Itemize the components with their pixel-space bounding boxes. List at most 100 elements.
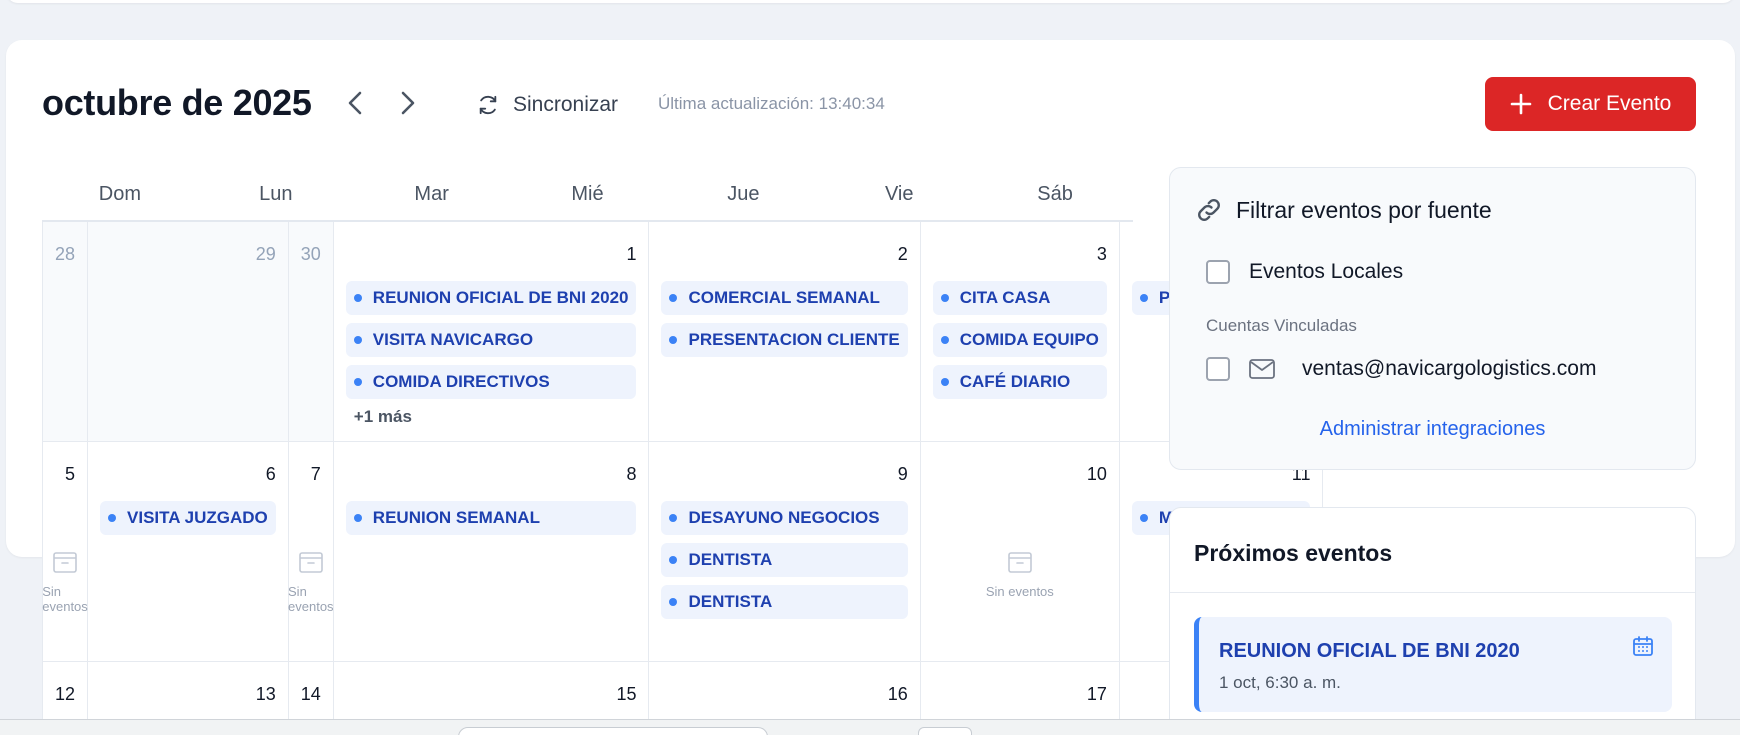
plus-icon: [1510, 93, 1531, 115]
event-chip[interactable]: DESAYUNO NEGOCIOS: [661, 501, 908, 535]
event-dot: [353, 514, 362, 522]
day-cell[interactable]: 9 DESAYUNO NEGOCIOS DENTISTA DENTISTA: [649, 442, 921, 662]
event-chip-title: VISITA JUZGADO: [127, 508, 268, 527]
event-dot: [669, 556, 678, 564]
prev-month-button[interactable]: [338, 86, 372, 120]
day-number: 30: [300, 244, 321, 264]
more-events-link[interactable]: +1 más: [346, 407, 637, 427]
local-events-option: Eventos Locales: [1206, 260, 1403, 284]
day-cell[interactable]: 5 Sin eventos: [42, 442, 89, 662]
event-dot: [1139, 514, 1148, 522]
event-chip-title: PRESENTACION CLIENTE: [688, 330, 900, 349]
event-chip-title: REUNION SEMANAL: [372, 508, 540, 527]
event-dot: [669, 598, 678, 606]
event-chip[interactable]: PRESENTACION CLIENTE: [661, 323, 908, 357]
manage-integrations-link[interactable]: Administrar integraciones: [1170, 418, 1695, 441]
create-event-button[interactable]: Crear Evento: [1485, 77, 1696, 131]
event-chip-title: DENTISTA: [688, 592, 773, 611]
day-number: 14: [300, 684, 321, 704]
link-icon: [1198, 199, 1220, 221]
event-chip-title: DENTISTA: [688, 550, 773, 569]
upcoming-event-card[interactable]: REUNION OFICIAL DE BNI 2020 1 oct, 6:30 …: [1194, 617, 1672, 712]
event-chip[interactable]: VISITA NAVICARGO: [345, 323, 637, 357]
weekday-label: Vie: [884, 182, 914, 205]
last-update-text: Última actualización: 13:40:34: [658, 94, 885, 113]
event-chip-title: CAFÉ DIARIO: [959, 372, 1071, 391]
event-dot: [669, 294, 678, 302]
empty-calendar-icon: [298, 552, 323, 573]
event-chip-title: CITA CASA: [959, 288, 1051, 307]
event-dot: [940, 294, 949, 302]
event-chip[interactable]: COMERCIAL SEMANAL: [661, 281, 908, 315]
event-chip[interactable]: DENTISTA: [661, 543, 908, 577]
upcoming-events-panel: Próximos eventos REUNION OFICIAL DE BNI …: [1169, 507, 1696, 735]
day-cell[interactable]: 2 COMERCIAL SEMANAL PRESENTACION CLIENTE: [649, 222, 921, 442]
local-events-label: Eventos Locales: [1249, 260, 1404, 283]
weekday-label: Dom: [98, 182, 142, 205]
source-filter-panel: Filtrar eventos por fuente Eventos Local…: [1169, 167, 1696, 470]
weekday-label: Lun: [259, 182, 293, 205]
empty-day-label: Sin eventos: [288, 584, 334, 614]
day-cell[interactable]: 30: [288, 222, 334, 442]
sync-button[interactable]: Sincronizar: [477, 88, 618, 122]
calendar-icon: [1633, 636, 1653, 656]
linked-accounts-label: Cuentas Vinculadas: [1206, 316, 1357, 335]
create-event-label: Crear Evento: [1547, 92, 1672, 115]
day-cell[interactable]: 1 REUNION OFICIAL DE BNI 2020 VISITA NAVIC…: [333, 222, 650, 442]
event-chip[interactable]: DENTISTA: [661, 585, 908, 619]
empty-day-label: Sin eventos: [985, 584, 1054, 599]
day-cell[interactable]: 6 VISITA JUZGADO: [88, 442, 289, 662]
account-email: ventas@navicargologistics.com: [1302, 357, 1597, 380]
upcoming-event-time: 1 oct, 6:30 a. m.: [1219, 673, 1341, 692]
day-cell[interactable]: 8 REUNION SEMANAL: [333, 442, 650, 662]
event-chip[interactable]: CAFÉ DIARIO: [932, 365, 1107, 399]
bottom-tab[interactable]: [918, 727, 972, 735]
empty-calendar-icon: [1008, 552, 1032, 573]
day-number: 16: [887, 684, 908, 704]
event-chip[interactable]: VISITA JUZGADO: [100, 501, 276, 535]
bottom-tab[interactable]: [458, 727, 768, 735]
event-dot: [669, 514, 678, 522]
weekday-label: Jue: [727, 182, 760, 205]
filter-title: Filtrar eventos por fuente: [1194, 195, 1492, 225]
day-number: 7: [310, 464, 321, 484]
day-cell[interactable]: 29: [88, 222, 289, 442]
weekday-header: Dom Lun Mar Mié Jue Vie Sáb: [42, 168, 1133, 222]
chevron-right-icon: [401, 91, 415, 115]
next-month-button[interactable]: [391, 86, 425, 120]
event-dot: [940, 336, 949, 344]
event-chip[interactable]: COMIDA EQUIPO: [932, 323, 1107, 357]
empty-day-placeholder: Sin eventos: [42, 550, 88, 614]
refresh-icon: [479, 95, 497, 115]
event-chip-title: REUNION OFICIAL DE BNI 2020: [372, 288, 629, 307]
linked-account-option: ventas@navicargologistics.com: [1206, 357, 1596, 381]
day-number: 2: [897, 244, 908, 264]
event-chip-title: DESAYUNO NEGOCIOS: [688, 508, 880, 527]
mail-icon: [1249, 359, 1275, 379]
event-chip[interactable]: REUNION SEMANAL: [345, 501, 637, 535]
divider: [1170, 592, 1695, 593]
weekday-label: Mar: [414, 182, 449, 205]
day-number: 28: [55, 244, 76, 264]
event-dot: [108, 514, 117, 522]
empty-day-label: Sin eventos: [42, 584, 88, 614]
calendar-grid: 28 29 30 1 REUNION OFICIAL DE BNI 2020 VISITA…: [42, 222, 1324, 732]
local-events-checkbox[interactable]: [1206, 260, 1230, 284]
day-cell[interactable]: 10 Sin eventos: [920, 442, 1120, 662]
day-number: 5: [65, 464, 76, 484]
event-chip[interactable]: REUNION OFICIAL DE BNI 2020: [345, 281, 637, 315]
month-calendar: Dom Lun Mar Mié Jue Vie Sáb 28 29 30 1 REUNION OFI…: [42, 168, 1324, 732]
browser-bottom-bar: [0, 719, 1740, 735]
event-dot: [353, 378, 362, 386]
day-number: 29: [255, 244, 276, 264]
account-checkbox[interactable]: [1206, 357, 1230, 381]
event-dot: [353, 294, 362, 302]
day-cell[interactable]: 3 CITA CASA COMIDA EQUIPO CAFÉ DIARIO: [920, 222, 1120, 442]
empty-day-placeholder: Sin eventos: [921, 550, 1119, 599]
day-number: 15: [616, 684, 637, 704]
day-cell[interactable]: 28: [43, 222, 89, 442]
event-chip[interactable]: CITA CASA: [932, 281, 1107, 315]
event-dot: [669, 336, 678, 344]
day-cell[interactable]: 7 Sin eventos: [288, 442, 334, 662]
event-chip[interactable]: COMIDA DIRECTIVOS: [345, 365, 637, 399]
